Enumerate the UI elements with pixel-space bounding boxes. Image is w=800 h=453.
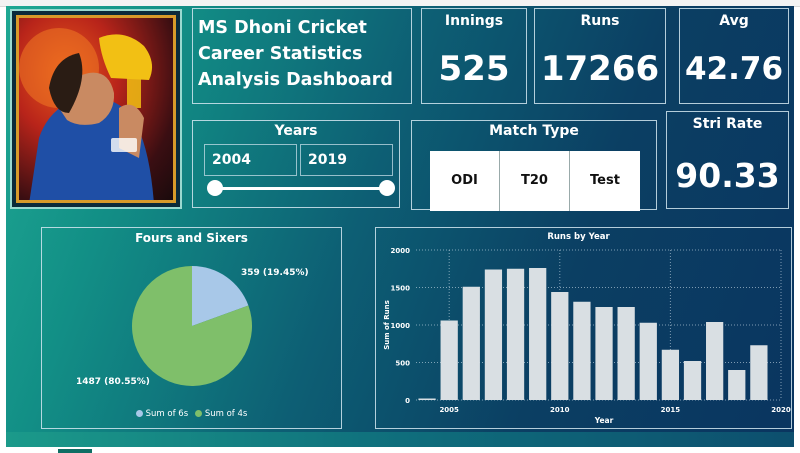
bar-2014[interactable] bbox=[639, 322, 657, 400]
bar-chart-title: Runs by Year bbox=[547, 232, 610, 242]
page-title: MS Dhoni Cricket Career Statistics Analy… bbox=[198, 18, 393, 90]
pie-legend: Sum of 6s Sum of 4s bbox=[42, 409, 341, 419]
bar-2013[interactable] bbox=[617, 307, 635, 400]
year-slider-start-handle[interactable] bbox=[207, 180, 223, 196]
year-slider-track bbox=[215, 187, 387, 190]
kpi-avg-value: 42.76 bbox=[684, 51, 784, 87]
fours-sixers-chart-card: Fours and Sixers 359 (19.45%) 1487 (80.55… bbox=[41, 227, 342, 429]
pie-data-label-fours: 1487 (80.55%) bbox=[76, 377, 150, 387]
y-tick-label: 1500 bbox=[391, 285, 411, 293]
kpi-strike-rate-label: Stri Rate bbox=[692, 116, 763, 132]
player-photo bbox=[10, 9, 182, 209]
bar-2007[interactable] bbox=[484, 269, 503, 401]
bar-2012[interactable] bbox=[595, 307, 613, 400]
bar-2016[interactable] bbox=[683, 361, 702, 400]
pie-chart: 359 (19.45%) 1487 (80.55%) bbox=[76, 266, 309, 387]
bar-2005[interactable] bbox=[440, 320, 458, 401]
legend-item-fours[interactable]: Sum of 4s bbox=[194, 409, 248, 419]
year-start-input[interactable]: 2004 bbox=[204, 144, 297, 176]
years-slicer: Years 2004 2019 bbox=[192, 120, 400, 208]
bar-2008[interactable] bbox=[506, 268, 525, 400]
bar-2006[interactable] bbox=[462, 286, 480, 400]
bar-2004[interactable] bbox=[418, 398, 436, 401]
bar-2017[interactable] bbox=[706, 322, 724, 400]
kpi-strike-rate-card: Stri Rate 90.33 bbox=[666, 111, 789, 209]
year-end-input[interactable]: 2019 bbox=[300, 144, 393, 176]
bar-2011[interactable] bbox=[573, 301, 591, 400]
pie-data-label-sixes: 359 (19.45%) bbox=[241, 268, 309, 278]
y-tick-label: 1000 bbox=[391, 322, 411, 330]
match-type-slicer: Match Type ODI T20 Test bbox=[411, 120, 657, 211]
player-image bbox=[16, 15, 176, 203]
kpi-runs-card: Runs 17266 bbox=[534, 8, 666, 104]
match-type-label: Match Type bbox=[489, 123, 579, 139]
match-type-t20-button[interactable]: T20 bbox=[500, 151, 570, 211]
kpi-avg-label: Avg bbox=[719, 13, 749, 29]
legend-item-sixes[interactable]: Sum of 6s bbox=[135, 409, 189, 419]
page-tab-indicator[interactable] bbox=[58, 449, 92, 453]
legend-fours-dot bbox=[194, 410, 202, 417]
bar-2019[interactable] bbox=[750, 345, 768, 400]
runs-by-year-chart-card: Runs by Year 0 500 1000 1500 2000 2005 2010 2015… bbox=[375, 227, 792, 429]
legend-sixes-label: Sum of 6s bbox=[145, 409, 189, 419]
x-tick-label: 2005 bbox=[439, 406, 459, 414]
match-type-odi-button[interactable]: ODI bbox=[430, 151, 500, 211]
x-axis-label: Year bbox=[594, 416, 614, 425]
x-tick-label: 2015 bbox=[661, 406, 681, 414]
kpi-runs-label: Runs bbox=[580, 13, 620, 29]
kpi-avg-card: Avg 42.76 bbox=[679, 8, 789, 104]
bar-2018[interactable] bbox=[728, 370, 746, 400]
match-type-test-button[interactable]: Test bbox=[570, 151, 640, 211]
bar-2015[interactable] bbox=[661, 349, 680, 400]
dashboard-footer bbox=[6, 432, 794, 447]
dashboard-title-card: MS Dhoni Cricket Career Statistics Analy… bbox=[192, 8, 412, 104]
y-axis-label: Sum of Runs bbox=[383, 300, 391, 350]
kpi-innings-card: Innings 525 bbox=[421, 8, 527, 104]
bar-2010[interactable] bbox=[551, 292, 569, 400]
kpi-runs-value: 17266 bbox=[540, 49, 660, 89]
years-slicer-label: Years bbox=[274, 123, 318, 139]
legend-sixes-dot bbox=[135, 410, 143, 417]
bar-2009[interactable] bbox=[529, 268, 547, 400]
x-tick-label: 2010 bbox=[550, 406, 570, 414]
y-tick-label: 500 bbox=[395, 360, 410, 368]
legend-fours-label: Sum of 4s bbox=[204, 409, 248, 419]
y-tick-label: 0 bbox=[405, 397, 410, 405]
x-tick-label: 2020 bbox=[771, 406, 791, 414]
kpi-innings-value: 525 bbox=[438, 49, 510, 89]
y-tick-label: 2000 bbox=[391, 247, 411, 255]
kpi-innings-label: Innings bbox=[444, 13, 504, 29]
bar-chart: Runs by Year 0 500 1000 1500 2000 2005 2010 2015… bbox=[383, 232, 791, 425]
year-slider-end-handle[interactable] bbox=[379, 180, 395, 196]
kpi-strike-rate-value: 90.33 bbox=[675, 156, 780, 195]
